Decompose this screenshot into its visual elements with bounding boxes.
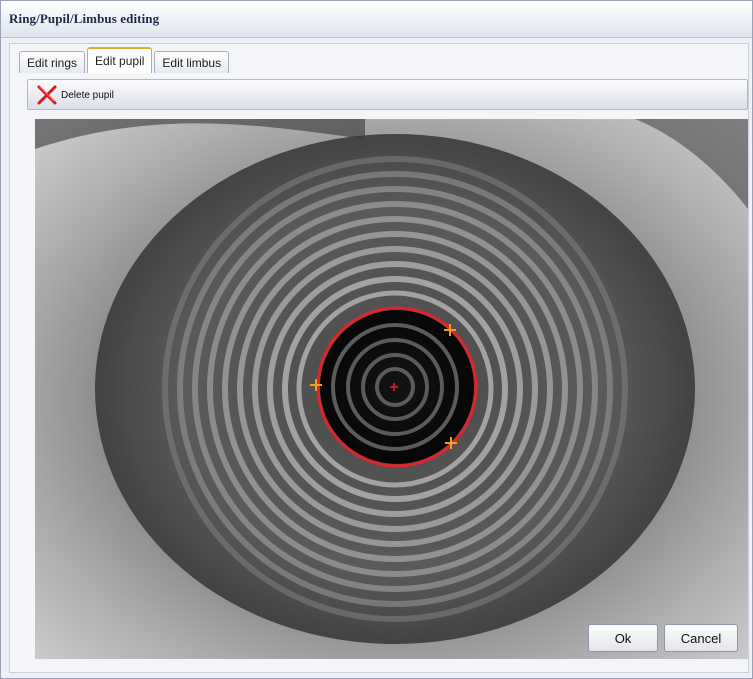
dialog-window: Ring/Pupil/Limbus editing Edit rings Edi… xyxy=(0,0,753,679)
tab-edit-pupil[interactable]: Edit pupil xyxy=(87,47,153,73)
red-x-icon xyxy=(37,85,57,105)
delete-pupil-button[interactable]: Delete pupil xyxy=(32,83,118,107)
ok-button[interactable]: Ok xyxy=(588,624,658,652)
delete-pupil-label: Delete pupil xyxy=(61,89,114,101)
tab-strip: Edit rings Edit pupil Edit limbus xyxy=(19,47,231,73)
tab-edit-limbus[interactable]: Edit limbus xyxy=(154,51,230,73)
window-title: Ring/Pupil/Limbus editing xyxy=(9,11,160,26)
title-bar[interactable]: Ring/Pupil/Limbus editing xyxy=(1,1,752,38)
eye-image xyxy=(35,119,748,659)
tab-edit-rings[interactable]: Edit rings xyxy=(19,51,86,73)
eye-image-viewer[interactable] xyxy=(35,119,748,659)
cancel-button[interactable]: Cancel xyxy=(664,624,738,652)
toolbar: Delete pupil xyxy=(27,79,748,110)
